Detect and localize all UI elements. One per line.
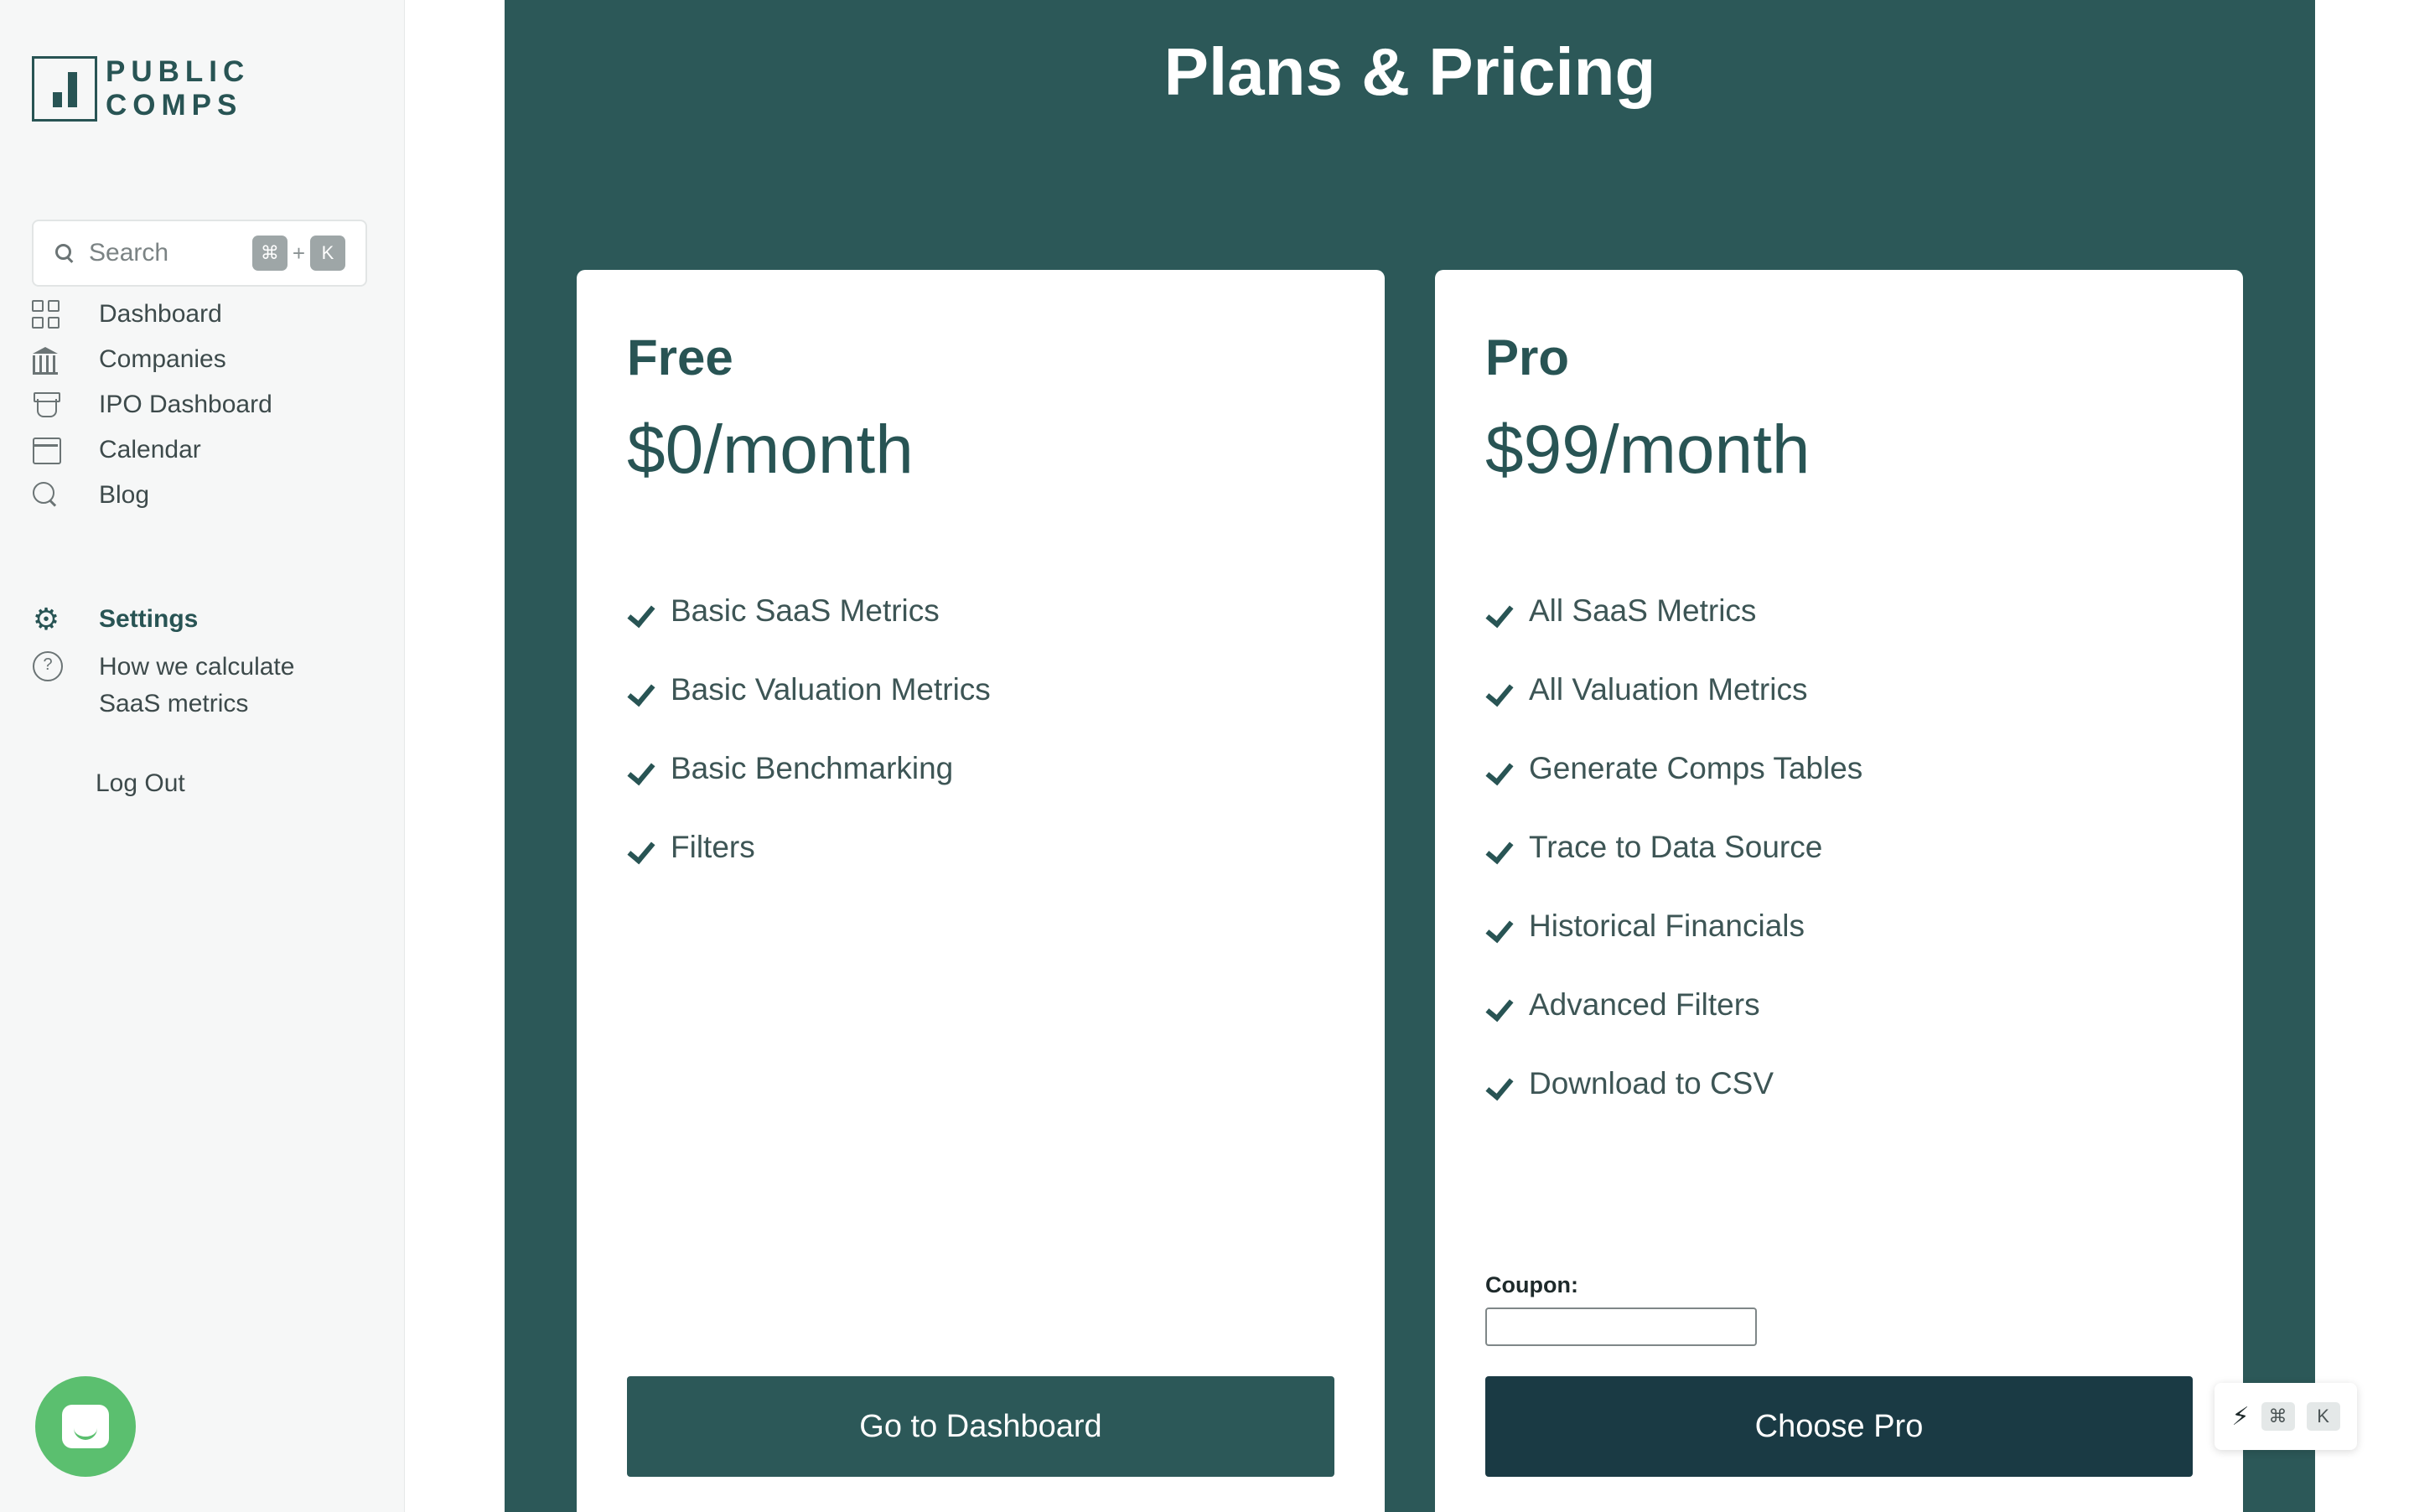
- sidebar-item-label: Dashboard: [99, 300, 222, 328]
- checkmark-icon: [627, 759, 655, 787]
- feature-item: Generate Comps Tables: [1485, 729, 1862, 808]
- plan-name: Pro: [1485, 329, 1570, 386]
- feature-item: Basic Valuation Metrics: [627, 650, 991, 729]
- chat-bubble-icon: [62, 1405, 109, 1448]
- checkmark-icon: [627, 680, 655, 708]
- feature-item: Historical Financials: [1485, 887, 1862, 966]
- bolt-icon: ⚡︎: [2231, 1402, 2250, 1431]
- sidebar-item-label: Blog: [99, 481, 150, 509]
- shortcut-cmd-key: ⌘: [2261, 1402, 2295, 1431]
- sidebar-item-settings[interactable]: ⚙ Settings: [30, 597, 294, 642]
- feature-item: Advanced Filters: [1485, 966, 1862, 1044]
- coupon-input[interactable]: [1485, 1307, 1757, 1346]
- sidebar-item-blog[interactable]: Blog: [30, 473, 294, 518]
- brand-line-1: PUBLIC: [106, 55, 251, 88]
- shortcut-k-key: K: [2306, 1402, 2340, 1431]
- sidebar: PUBLIC COMPS Search ⌘ + K Dashboard Comp…: [0, 0, 405, 1512]
- shortcut-cmd-key: ⌘: [251, 236, 288, 271]
- feature-item: All SaaS Metrics: [1485, 572, 1862, 650]
- dashboard-grid-icon: [30, 298, 62, 330]
- blog-search-icon: [30, 479, 62, 511]
- feature-item: All Valuation Metrics: [1485, 650, 1862, 729]
- feature-item: Download to CSV: [1485, 1044, 1862, 1123]
- app-root: PUBLIC COMPS Search ⌘ + K Dashboard Comp…: [0, 0, 2414, 1512]
- sidebar-item-label: IPO Dashboard: [99, 391, 272, 418]
- checkmark-icon: [1485, 837, 1514, 866]
- sidebar-item-calendar[interactable]: Calendar: [30, 427, 294, 473]
- plan-price: $99/month: [1485, 412, 1810, 488]
- feature-item: Trace to Data Source: [1485, 808, 1862, 887]
- search-placeholder: Search: [89, 239, 169, 267]
- brand-wordmark: PUBLIC COMPS: [106, 55, 250, 122]
- sidebar-item-dashboard[interactable]: Dashboard: [30, 292, 294, 337]
- checkmark-icon: [1485, 1074, 1514, 1102]
- calendar-icon: [30, 434, 62, 466]
- sidebar-item-ipo-dashboard[interactable]: IPO Dashboard: [30, 382, 294, 427]
- feature-list: Basic SaaS Metrics Basic Valuation Metri…: [627, 572, 991, 887]
- feature-list: All SaaS Metrics All Valuation Metrics G…: [1485, 572, 1862, 1123]
- checkmark-icon: [1485, 759, 1514, 787]
- checkmark-icon: [627, 601, 655, 629]
- gear-icon: ⚙: [32, 602, 60, 636]
- feature-item: Basic SaaS Metrics: [627, 572, 991, 650]
- sidebar-item-label: How we calculate SaaS metrics: [99, 649, 294, 722]
- logout-link[interactable]: Log Out: [96, 769, 185, 798]
- search-box[interactable]: Search ⌘ + K: [32, 220, 367, 287]
- bank-icon: [30, 344, 62, 375]
- checkmark-icon: [1485, 995, 1514, 1023]
- plan-name: Free: [627, 329, 733, 386]
- chat-launcher-button[interactable]: [35, 1376, 136, 1477]
- checkmark-icon: [1485, 680, 1514, 708]
- feature-item: Basic Benchmarking: [627, 729, 991, 808]
- go-to-dashboard-button[interactable]: Go to Dashboard: [627, 1376, 1334, 1477]
- brand-line-2: COMPS: [106, 89, 243, 122]
- sidebar-item-label: Companies: [99, 345, 226, 373]
- page-title: Plans & Pricing: [1163, 34, 1656, 109]
- search-icon: [54, 242, 75, 264]
- help-label-line-1: How we calculate: [99, 653, 295, 681]
- sidebar-item-label: Calendar: [99, 436, 201, 463]
- shortcut-plus: +: [292, 240, 305, 266]
- feature-item: Filters: [627, 808, 991, 887]
- plan-card-free: Free $0/month Basic SaaS Metrics Basic V…: [577, 270, 1385, 1512]
- help-label-line-2: SaaS metrics: [99, 690, 249, 717]
- choose-pro-button[interactable]: Choose Pro: [1485, 1376, 2193, 1477]
- plan-card-pro: Pro $99/month All SaaS Metrics All Valua…: [1435, 270, 2243, 1512]
- checkmark-icon: [1485, 601, 1514, 629]
- sidebar-item-companies[interactable]: Companies: [30, 337, 294, 382]
- plan-price: $0/month: [627, 412, 914, 488]
- logo-bars-icon: [32, 56, 97, 122]
- shortcut-k-key: K: [310, 236, 345, 271]
- help-circle-icon: [30, 649, 63, 681]
- coupon-label: Coupon:: [1485, 1272, 1578, 1297]
- sidebar-item-how-we-calculate[interactable]: How we calculate SaaS metrics: [30, 642, 294, 722]
- checkmark-icon: [1485, 916, 1514, 945]
- ipo-icon: [30, 389, 62, 421]
- brand-logo[interactable]: PUBLIC COMPS: [32, 55, 250, 122]
- sidebar-item-label: Settings: [99, 605, 199, 633]
- shortcut-popup[interactable]: ⚡︎ ⌘ K: [2215, 1383, 2357, 1450]
- sidebar-nav: Dashboard Companies IPO Dashboard Calend…: [30, 292, 294, 722]
- checkmark-icon: [627, 837, 655, 866]
